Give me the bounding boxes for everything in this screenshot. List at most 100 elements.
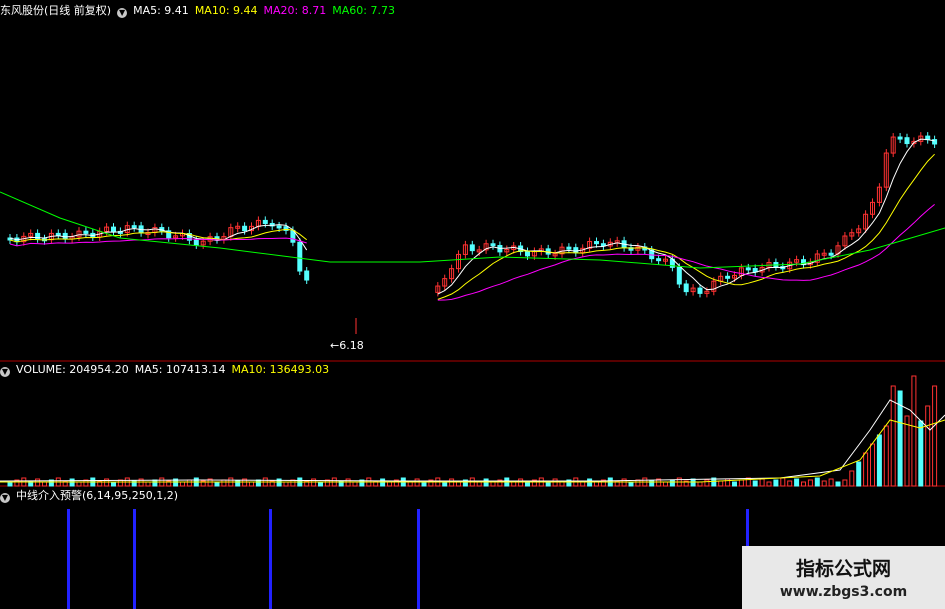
volume-ma10-line (0, 419, 945, 483)
candle-body (745, 267, 751, 271)
volume-bar (759, 478, 765, 487)
volume-bar (801, 481, 806, 487)
volume-bar (911, 375, 917, 487)
ma5-value: MA5: 9.41 (133, 4, 189, 17)
volume-bar (663, 481, 668, 487)
candle-body (304, 270, 310, 281)
volume-bar (214, 481, 220, 487)
ma10-value: MA10: 9.44 (194, 4, 258, 17)
volume-bar (794, 478, 800, 487)
volume-bar (828, 478, 834, 487)
ma5-line (9, 224, 308, 251)
volume-bar (669, 479, 675, 487)
candle-body (55, 232, 61, 236)
volume-bar (255, 479, 261, 487)
candle-body (904, 137, 910, 145)
signal-bar (269, 509, 272, 609)
candle-body (193, 239, 199, 246)
candle-body (111, 226, 116, 232)
volume-bar (42, 481, 47, 487)
settings-icon[interactable]: ▼ (117, 8, 128, 18)
volume-bar (559, 481, 565, 487)
volume-bar (814, 477, 820, 487)
candle-body (676, 266, 682, 285)
volume-bar (145, 481, 151, 487)
volume-bar (594, 481, 599, 487)
watermark: 指标公式网 www.zbgs3.com (742, 546, 945, 609)
volume-ma5-line (0, 399, 945, 482)
volume-bar (421, 481, 427, 487)
volume-bar (773, 479, 779, 487)
watermark-title: 指标公式网 (795, 558, 891, 580)
volume-bar (152, 479, 158, 487)
settings-icon[interactable]: ▼ (0, 493, 10, 503)
candle-body (276, 225, 282, 229)
candle-body (828, 252, 834, 256)
candle-body (566, 246, 572, 250)
signal-bar (133, 509, 136, 609)
volume-bar (490, 481, 496, 487)
volume-ma5-value: MA5: 107413.14 (134, 363, 226, 376)
volume-bar (283, 481, 289, 487)
volume-bar (318, 481, 323, 487)
ma60-value: MA60: 7.73 (332, 4, 395, 17)
indicator-panel-header: ▼ 中线介入预警(6,14,95,250,1,2) (0, 488, 184, 504)
price-panel-header: 东风股份(日线 前复权) ▼ MA5: 9.41 MA10: 9.44 MA20: 8.… (0, 3, 401, 19)
watermark-url: www.zbgs3.com (779, 584, 908, 600)
volume-bar (835, 481, 841, 487)
volume-bar (718, 480, 724, 487)
volume-bar (7, 481, 13, 487)
volume-bar (387, 481, 392, 487)
volume-bar (111, 481, 116, 487)
volume-bar (732, 481, 737, 487)
candle-body (725, 275, 731, 279)
candle-body (683, 283, 689, 293)
volume-bar (787, 480, 793, 487)
volume-bar (863, 452, 869, 487)
candle-body (131, 225, 137, 229)
volume-panel-header: ▼ VOLUME: 204954.20 MA5: 107413.14 MA10: 13… (0, 362, 335, 378)
settings-icon[interactable]: ▼ (0, 367, 10, 377)
candle-body (525, 251, 530, 257)
candle-body (469, 244, 475, 252)
volume-bar (635, 479, 641, 487)
volume-bar (738, 479, 744, 487)
volume-bar (352, 481, 358, 487)
volume-bar (180, 481, 185, 487)
signal-bar (67, 509, 70, 609)
volume-bar (221, 479, 227, 487)
volume-bar (807, 479, 813, 487)
candle-body (594, 241, 599, 245)
low-price-label: ←6.18 (330, 339, 364, 352)
volume-bar (76, 481, 82, 487)
candle-body (897, 136, 903, 140)
volume-bar (856, 461, 862, 487)
volume-bar (932, 385, 938, 487)
volume-bar (842, 479, 848, 487)
ma10-line (437, 153, 935, 300)
signal-bar (417, 509, 420, 609)
candle-body (656, 258, 662, 262)
volume-bar (766, 481, 772, 487)
volume-bar (925, 405, 931, 487)
volume-bar (821, 480, 827, 487)
candle-body (697, 287, 703, 294)
candle-body (83, 230, 89, 234)
volume-ma10-value: MA10: 136493.03 (231, 363, 330, 376)
candle-body (573, 247, 579, 254)
stock-title[interactable]: 东风股份(日线 前复权) (0, 4, 111, 17)
volume-bar (704, 479, 710, 487)
volume-bar (918, 420, 924, 487)
volume-bar (876, 434, 882, 487)
ma20-value: MA20: 8.71 (263, 4, 327, 17)
volume-bar (697, 481, 703, 487)
indicator-name: 中线介入预警(6,14,95,250,1,2) (16, 489, 179, 502)
volume-bar (525, 481, 530, 487)
volume-bar (249, 481, 254, 487)
stock-chart[interactable] (0, 0, 945, 609)
volume-bar (780, 477, 786, 487)
volume-bar (870, 443, 875, 487)
ma5-line (437, 138, 935, 295)
volume-bar (628, 481, 634, 487)
candle-body (262, 219, 268, 224)
